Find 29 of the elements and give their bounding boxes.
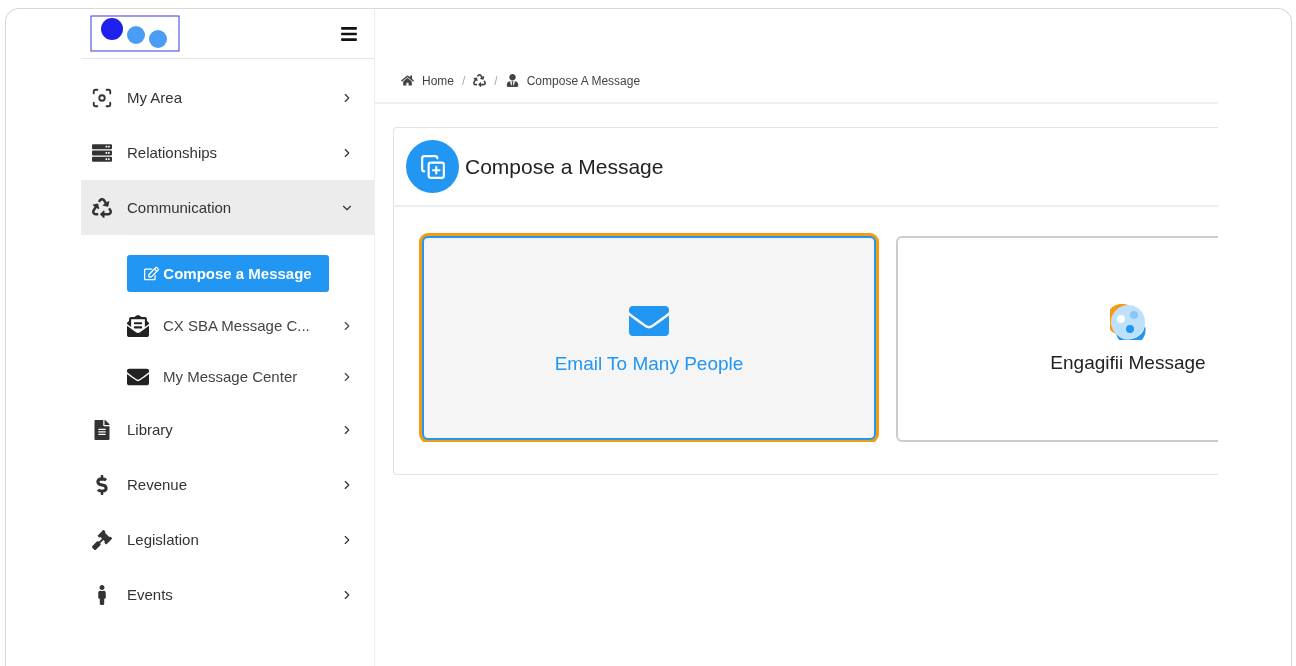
sidebar-item[interactable]: Events [81,567,374,622]
breadcrumb-link[interactable]: Compose A Message [526,73,641,88]
recycle-icon [473,74,487,87]
people-circle-icon [1110,304,1146,340]
sidebar-item[interactable]: My Area [81,70,374,125]
user-icon [505,74,519,87]
sidebar-item[interactable]: Revenue [81,457,374,512]
panel-title: Compose a Message [465,154,664,179]
sidebar-subitem[interactable]: CX SBA Message C... [81,300,374,351]
focus-icon [91,86,113,109]
breadcrumb-separator: / [494,73,498,88]
copy-plus-icon [406,140,459,193]
sidebar-item[interactable]: Communication [81,180,374,235]
home-icon [401,74,414,87]
sidebar-item[interactable]: Relationships [81,125,374,180]
edit-icon [144,266,160,281]
recycle-icon [92,197,112,218]
document-icon [92,419,112,440]
logo-icon [90,15,180,52]
breadcrumb-separator: / [462,73,466,88]
option-tile[interactable]: Engagifii Message [896,236,1218,442]
server-icon [92,142,112,163]
envelope-icon [127,314,149,337]
sidebar-item[interactable]: Legislation [81,512,374,567]
sidebar-item[interactable]: Library [81,402,374,457]
breadcrumb-link[interactable]: Home [422,73,454,88]
sidebar-subitem[interactable]: My Message Center [81,351,374,402]
menu-icon[interactable] [340,24,358,43]
gavel-icon [92,529,112,550]
